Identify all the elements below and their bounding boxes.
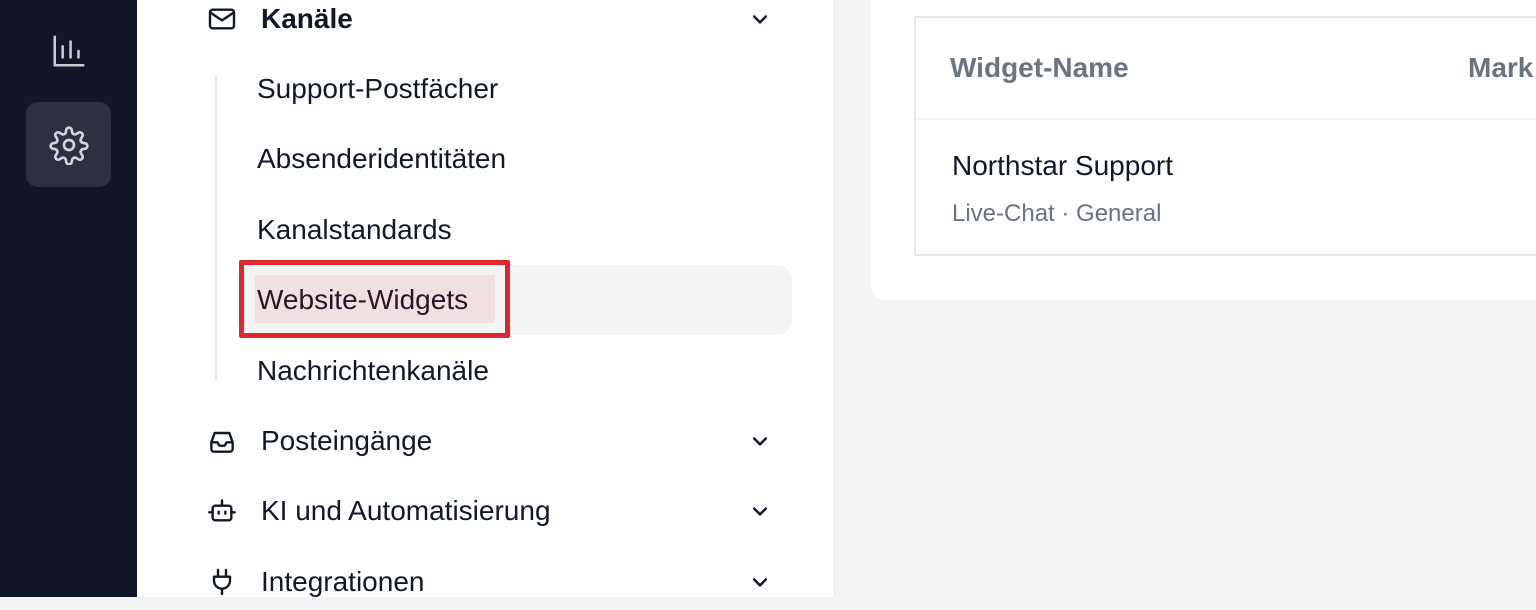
bar-chart-icon xyxy=(50,32,88,70)
sidebar-item-label: Support-Postfächer xyxy=(257,73,499,104)
plug-icon xyxy=(205,565,239,599)
widgets-table: Widget-Name Mark Northstar Support Live-… xyxy=(914,16,1536,256)
sidebar-item-absenderidentitaeten[interactable]: Absenderidentitäten xyxy=(237,124,792,194)
icon-rail xyxy=(0,0,137,597)
chevron-down-icon xyxy=(749,571,771,593)
widget-meta: Live-Chat · General xyxy=(952,200,1162,227)
inbox-icon xyxy=(205,424,239,458)
sidebar-item-nachrichtenkanaele[interactable]: Nachrichtenkanäle xyxy=(237,336,792,406)
nav-group-label: Integrationen xyxy=(261,566,425,597)
chevron-down-icon xyxy=(749,8,771,30)
nav-group-ki-automatisierung[interactable]: KI und Automatisierung xyxy=(137,483,834,539)
nav-group-label: Posteingänge xyxy=(261,425,433,456)
settings-sidebar: Kanäle Support-Postfächer Absenderidenti… xyxy=(137,0,835,597)
sidebar-item-label: Absenderidentitäten xyxy=(257,143,507,174)
sidebar-item-label: Nachrichtenkanäle xyxy=(257,355,489,386)
widget-name[interactable]: Northstar Support xyxy=(952,150,1173,182)
column-header-mark[interactable]: Mark xyxy=(1468,52,1533,84)
subtree-guide-line xyxy=(215,76,217,380)
sidebar-item-label: Website-Widgets xyxy=(257,284,469,315)
chevron-down-icon xyxy=(749,500,771,522)
table-header: Widget-Name Mark xyxy=(916,18,1536,120)
sidebar-item-label: Kanalstandards xyxy=(257,214,452,245)
bot-icon xyxy=(205,494,239,528)
nav-group-posteingaenge[interactable]: Posteingänge xyxy=(137,413,834,469)
settings-nav-button[interactable] xyxy=(26,102,111,187)
nav-group-kanaele[interactable]: Kanäle xyxy=(137,0,834,47)
nav-group-label: KI und Automatisierung xyxy=(261,495,551,526)
sidebar-item-website-widgets[interactable]: Website-Widgets xyxy=(237,265,792,335)
sidebar-item-kanalstandards[interactable]: Kanalstandards xyxy=(237,195,792,265)
reports-nav-button[interactable] xyxy=(26,8,111,93)
gear-icon xyxy=(48,125,89,165)
mail-icon xyxy=(205,2,239,36)
chevron-down-icon xyxy=(749,430,771,452)
nav-group-integrationen[interactable]: Integrationen xyxy=(137,554,834,610)
column-header-widget-name[interactable]: Widget-Name xyxy=(950,52,1129,84)
nav-group-label: Kanäle xyxy=(261,3,353,34)
sidebar-item-support-postfaecher[interactable]: Support-Postfächer xyxy=(237,54,792,124)
